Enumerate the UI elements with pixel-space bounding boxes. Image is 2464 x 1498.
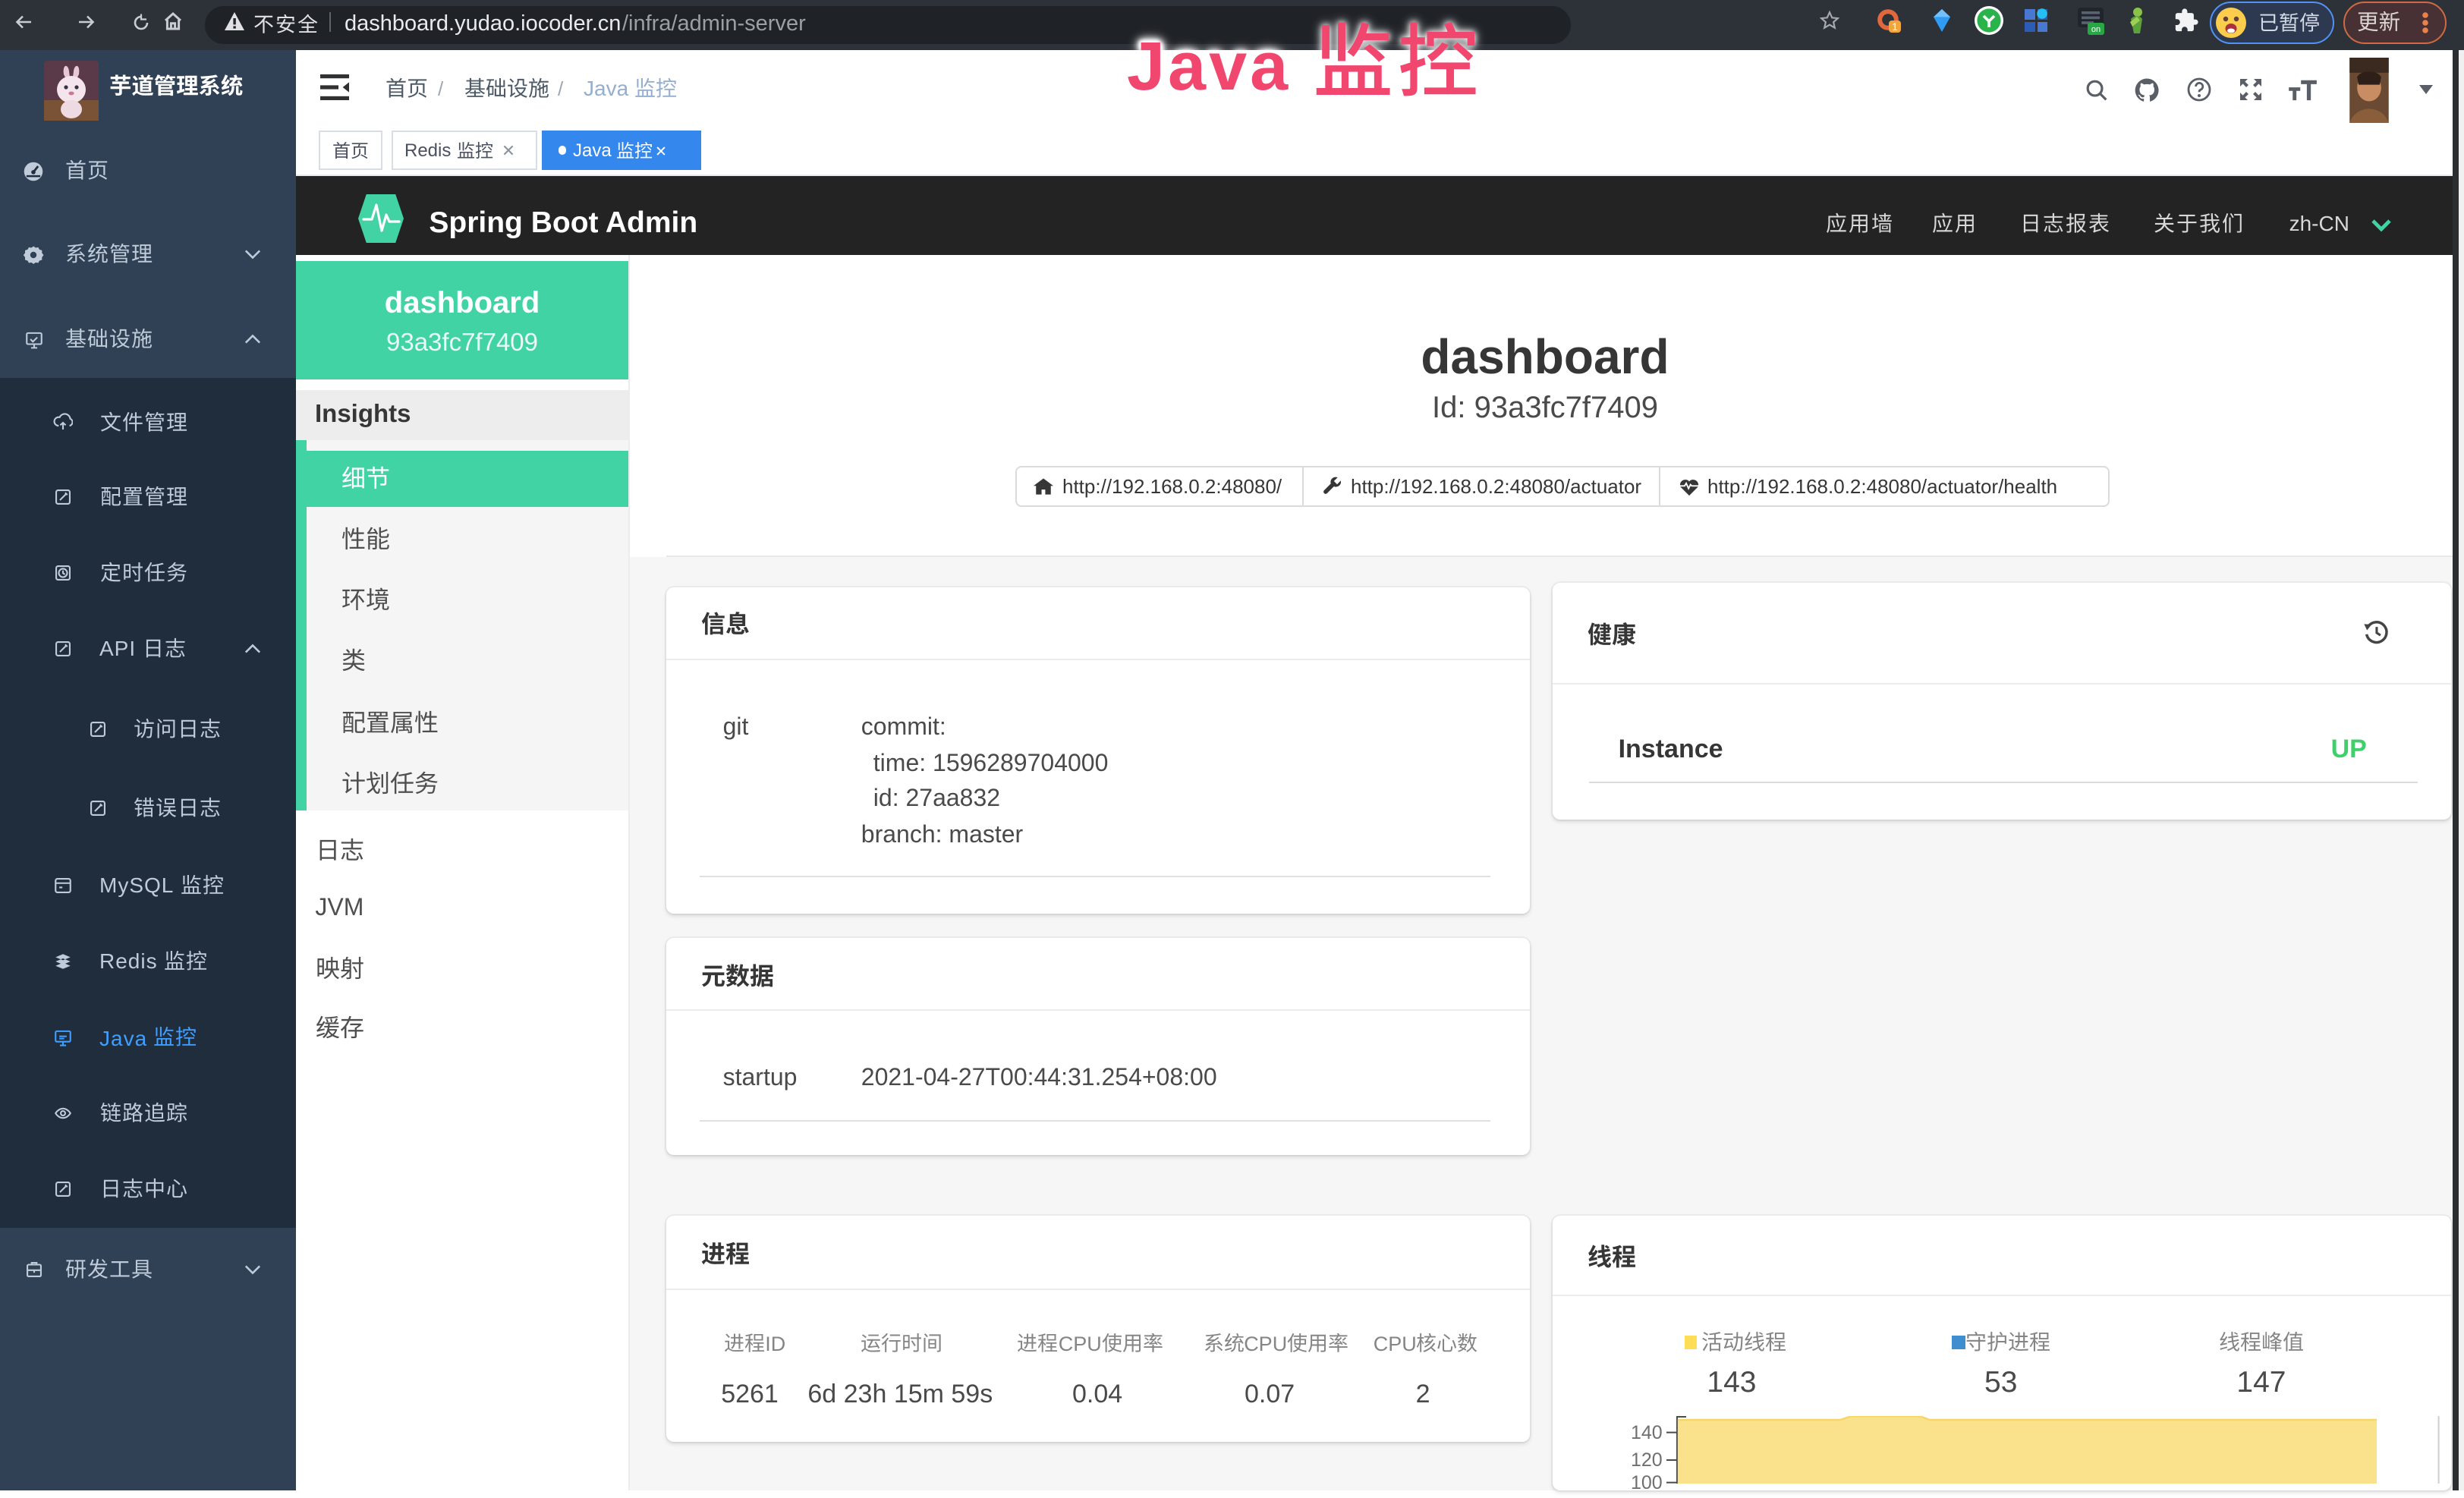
svg-text:on: on [2091,25,2101,34]
svg-text:1: 1 [1892,20,1898,33]
